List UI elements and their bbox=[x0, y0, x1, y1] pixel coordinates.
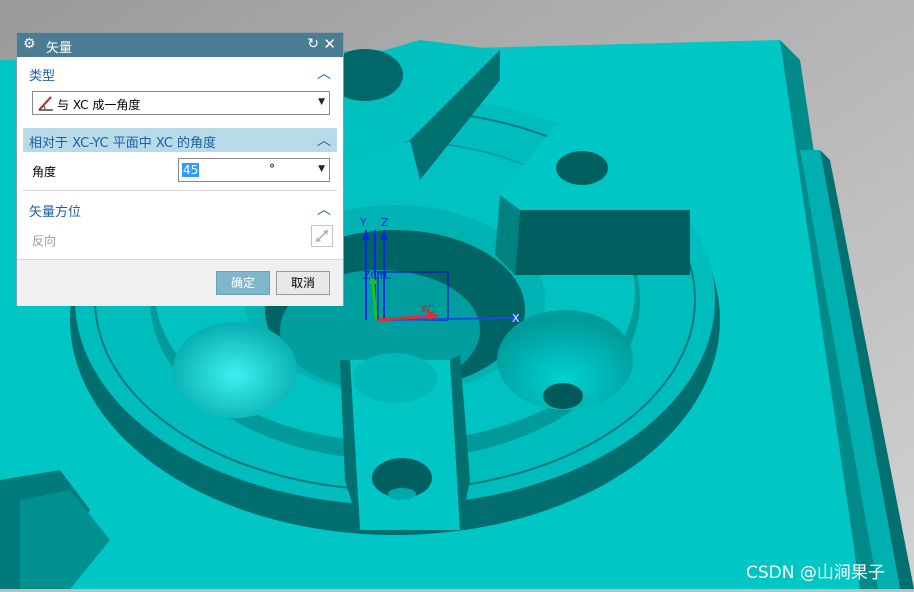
dropdown-arrow-icon: ▼ bbox=[318, 97, 325, 107]
collapse-chevron-icon[interactable]: ︿ bbox=[317, 199, 331, 219]
close-icon[interactable]: ✕ bbox=[323, 35, 336, 53]
angle-vector-icon bbox=[38, 96, 53, 111]
dialog-title: 矢量 bbox=[46, 41, 73, 56]
watermark: CSDN @山涧果子 bbox=[746, 563, 885, 583]
dome-pocket bbox=[173, 322, 297, 418]
reverse-label: 反向 bbox=[32, 234, 57, 248]
type-section-header[interactable]: 类型 ︿ bbox=[23, 61, 337, 85]
dialog-footer: 确定 取消 bbox=[17, 259, 343, 306]
triad-z-label: Z bbox=[381, 216, 389, 229]
reverse-direction-button[interactable] bbox=[311, 225, 333, 247]
collapse-chevron-icon[interactable]: ︿ bbox=[317, 130, 331, 150]
dropdown-arrow-icon[interactable]: ▼ bbox=[318, 164, 325, 174]
angle-value[interactable]: 45 bbox=[182, 163, 200, 177]
vector-type-value: 与 XC 成一角度 bbox=[57, 98, 141, 112]
type-section-label: 类型 bbox=[29, 69, 56, 84]
dialog-titlebar[interactable]: ⚙ 矢量 ↻ ✕ bbox=[17, 33, 343, 57]
orientation-section-header[interactable]: 矢量方位 ︿ bbox=[23, 197, 337, 221]
angle-input[interactable]: 45 ° ▼ bbox=[178, 158, 330, 182]
triad-y-label: Y bbox=[359, 216, 367, 229]
collapse-chevron-icon[interactable]: ︿ bbox=[317, 63, 331, 83]
angle-unit: ° bbox=[269, 162, 275, 176]
vector-type-select[interactable]: 与 XC 成一角度 ▼ bbox=[32, 91, 330, 115]
angle-field-label: 角度 bbox=[32, 165, 57, 179]
triad-yc-label: YC bbox=[377, 269, 392, 282]
vector-dialog: ⚙ 矢量 ↻ ✕ 类型 ︿ 与 XC 成一角度 ▼ 相对于 XC-YC 平面中 … bbox=[16, 32, 344, 306]
angle-section: 相对于 XC-YC 平面中 XC 的角度 ︿ 角度 45 ° ▼ bbox=[23, 128, 337, 191]
orientation-section-label: 矢量方位 bbox=[29, 205, 82, 220]
triad-zc-label: ZC bbox=[363, 269, 379, 282]
ok-button[interactable]: 确定 bbox=[216, 271, 270, 295]
divider bbox=[23, 190, 337, 191]
angle-section-header[interactable]: 相对于 XC-YC 平面中 XC 的角度 ︿ bbox=[23, 128, 337, 152]
reset-icon[interactable]: ↻ bbox=[307, 36, 319, 52]
triad-x-label: X bbox=[512, 312, 520, 325]
reverse-direction-icon bbox=[315, 229, 329, 243]
gear-icon[interactable]: ⚙ bbox=[23, 36, 36, 53]
angle-section-label: 相对于 XC-YC 平面中 XC 的角度 bbox=[29, 136, 217, 151]
type-section: 类型 ︿ 与 XC 成一角度 ▼ bbox=[23, 61, 337, 115]
orientation-section: 矢量方位 ︿ 反向 bbox=[23, 197, 337, 248]
cancel-button[interactable]: 取消 bbox=[276, 271, 330, 295]
triad-xc-label: XC bbox=[420, 303, 435, 316]
